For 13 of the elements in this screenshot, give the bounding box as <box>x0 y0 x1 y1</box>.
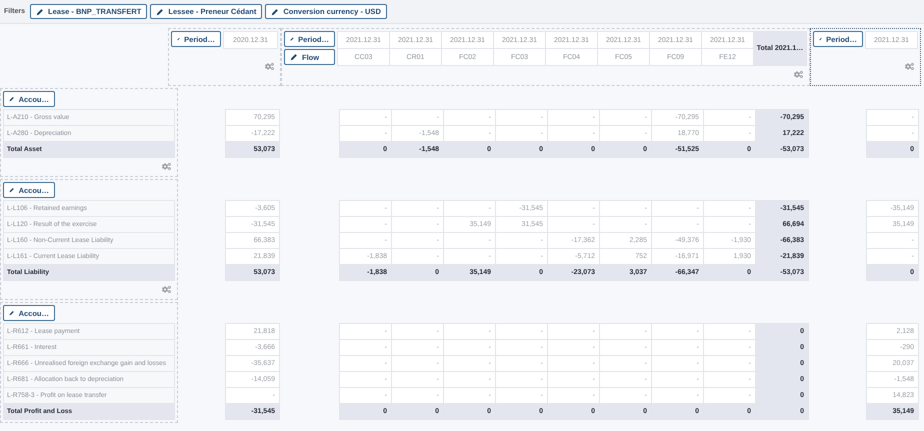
pencil-icon <box>36 8 44 16</box>
pencil-icon <box>271 8 280 16</box>
pencil-icon <box>156 8 164 16</box>
settings-icon[interactable] <box>162 284 171 294</box>
pencil-icon <box>9 186 15 194</box>
pencil-icon <box>290 35 294 43</box>
pencil-icon <box>9 309 15 317</box>
settings-icon[interactable] <box>265 62 274 70</box>
settings-icon[interactable] <box>162 162 171 170</box>
settings-icon[interactable] <box>794 70 803 79</box>
pencil-icon <box>9 95 15 103</box>
settings-icon[interactable] <box>905 62 914 70</box>
pencil-icon <box>290 53 298 61</box>
